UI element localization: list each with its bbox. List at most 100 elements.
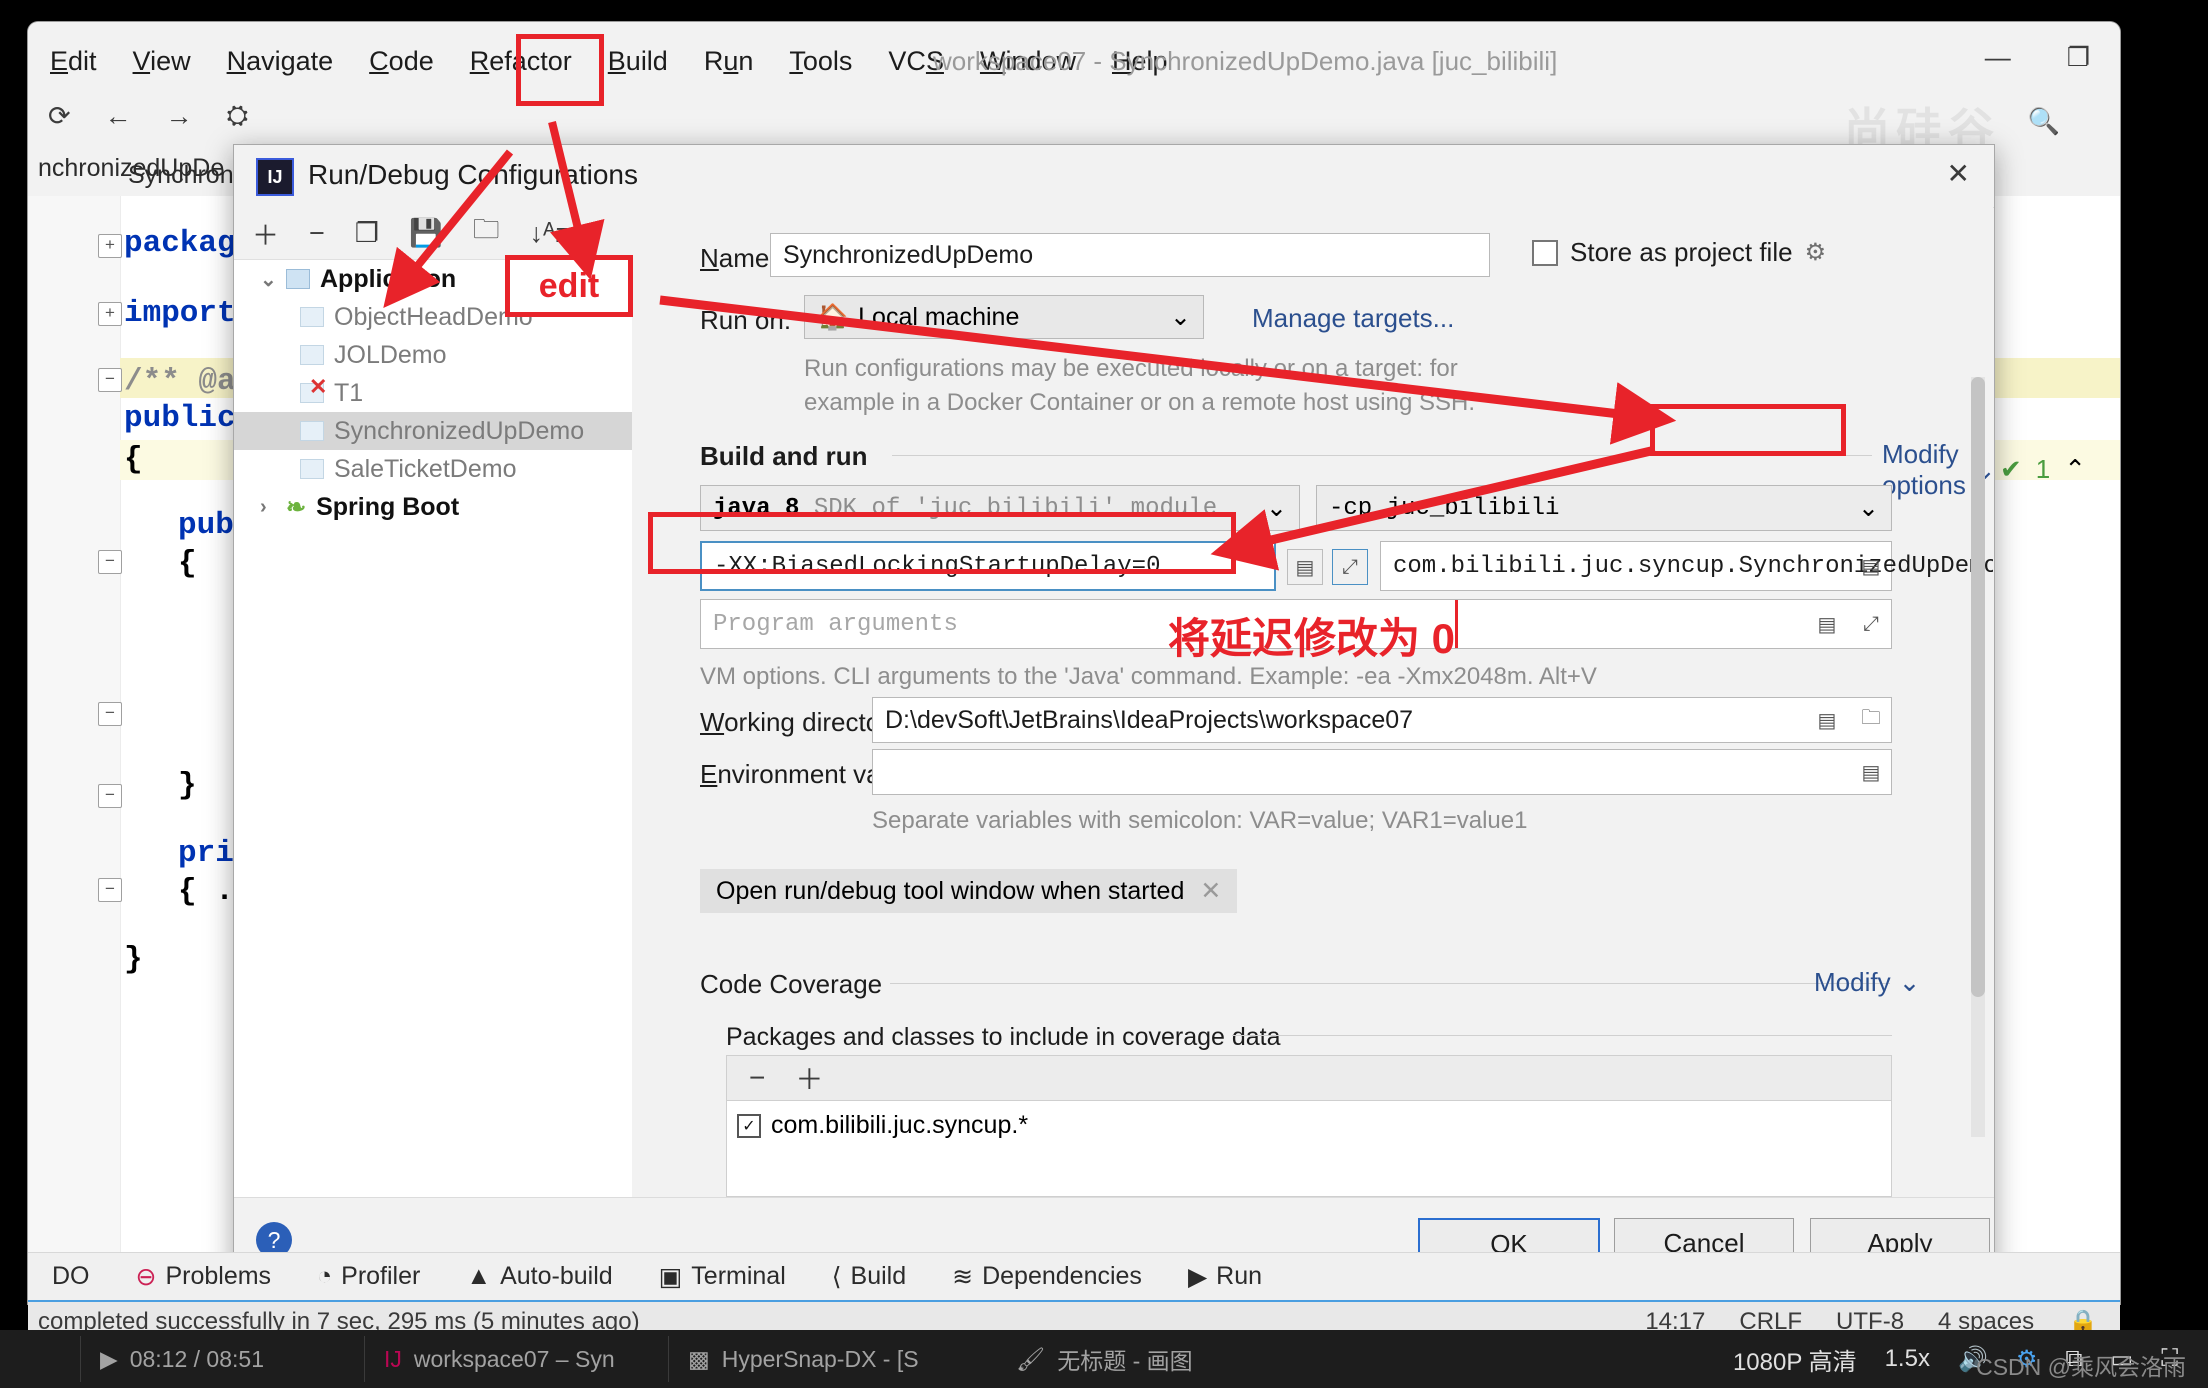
refresh-icon[interactable]: ⟳ [48,101,71,132]
chevron-right-icon[interactable]: › [260,496,276,519]
dialog-title-bar: IJ Run/Debug Configurations ✕ [234,145,1994,208]
run-config-icon[interactable]: ⛭ [227,100,249,132]
close-icon[interactable]: ✕ [1947,157,1970,190]
configuration-form-pane[interactable]: Name: SynchronizedUpDemo Store as projec… [632,207,1993,1197]
run-debug-configurations-dialog[interactable]: IJ Run/Debug Configurations ✕ ＋ − ❐ 💾 🗀 … [233,144,1995,1283]
sdk-select[interactable]: java 8 SDK of 'juc_bilibili' module ⌄ [700,485,1300,531]
fold-toggle-icon[interactable]: − [98,784,122,808]
working-directory-macro-icon[interactable]: ▤ [1810,703,1844,737]
menu-item-tools[interactable]: Tools [785,44,856,79]
tree-group-spring-boot[interactable]: › ❧ Spring Boot [234,488,632,526]
window-controls[interactable]: — ❐ [1985,42,2090,73]
environment-variables-browse-icon[interactable]: ▤ [1854,755,1888,789]
menu-item-run[interactable]: Run [700,44,758,79]
taskbar-item-hypersnap[interactable]: ▩ HyperSnap-DX - [S [672,1330,992,1388]
folder-add-icon[interactable]: 🗀 [473,210,500,256]
copy-icon[interactable]: ❐ [355,218,379,249]
fold-toggle-icon[interactable]: − [98,702,122,726]
config-icon [300,345,324,365]
store-as-project-file-checkbox[interactable] [1532,239,1558,266]
fold-toggle-icon[interactable]: − [98,550,122,574]
working-directory-input[interactable]: D:\devSoft\JetBrains\IdeaProjects\worksp… [872,697,1892,743]
coverage-list-item[interactable]: ✓ com.bilibili.juc.syncup.* [737,1111,1891,1140]
tool-window-do[interactable]: DO [52,1262,90,1291]
vm-options-browse-icon[interactable]: ▤ [1287,549,1323,585]
sort-icon[interactable]: ↓ᴬz [530,218,569,249]
tree-item-joldemo[interactable]: JOLDemo [234,336,632,374]
tool-window-terminal[interactable]: ▣ Terminal [659,1262,786,1292]
search-icon[interactable]: 🔍 [2028,106,2060,137]
form-scrollbar-thumb[interactable] [1971,377,1985,997]
save-icon[interactable]: 💾 [409,217,443,249]
fold-toggle-icon[interactable]: + [98,302,122,326]
back-icon[interactable]: ← [105,101,132,132]
chevron-down-icon[interactable]: ⌄ [1899,967,1921,998]
environment-variables-hint: Separate variables with semicolon: VAR=v… [872,807,1528,834]
tool-window-dependencies[interactable]: ≋ Dependencies [952,1262,1142,1292]
taskbar-player[interactable]: ▶ 08:12 / 08:51 [84,1330,364,1388]
tool-window-auto-build[interactable]: ▲ Auto-build [466,1262,612,1291]
menu-item-view[interactable]: View [129,44,195,79]
coverage-list[interactable]: ✓ com.bilibili.juc.syncup.* [726,1101,1892,1197]
menu-item-code[interactable]: Code [365,44,438,79]
run-on-select[interactable]: 🏠 Local machine ⌄ [804,295,1204,339]
chevron-down-icon[interactable]: ⌄ [1170,302,1191,332]
gear-icon[interactable]: ⚙ [1805,238,1827,267]
vm-options-input[interactable]: -XX:BiasedLockingStartupDelay=0 [700,541,1276,591]
maximize-icon[interactable]: ❐ [2067,42,2090,73]
fold-toggle-icon[interactable]: − [98,368,122,392]
program-arguments-browse-icon[interactable]: ▤ [1810,607,1844,641]
tree-item-synchronizedupdemo[interactable]: SynchronizedUpDemo [234,412,632,450]
fold-toggle-icon[interactable]: − [98,878,122,902]
play-icon[interactable]: ▶ [100,1346,118,1373]
tool-window-bar[interactable]: DO ⊖ Problems ◔ Profiler ▲ Auto-build ▣ … [28,1252,2120,1300]
forward-icon[interactable]: → [166,101,193,132]
menu-item-refactor[interactable]: Refactor [466,44,576,79]
minimize-icon[interactable]: — [1985,42,2011,73]
tree-item-saleticketdemo[interactable]: SaleTicketDemo [234,450,632,488]
menu-item-edit[interactable]: Edit [46,44,101,79]
menu-item-navigate[interactable]: Navigate [223,44,338,79]
classpath-select[interactable]: -cp juc_bilibili ⌄ [1316,485,1892,531]
taskbar-item-idea[interactable]: IJ workspace07 – Syn [368,1330,668,1388]
menu-item-build[interactable]: Build [604,44,672,79]
tool-window-run[interactable]: ▶ Run [1188,1262,1262,1292]
name-input[interactable]: SynchronizedUpDemo [770,233,1490,277]
modify-label: Modify [1814,967,1891,997]
toolbar-icons[interactable]: ⟳ ← → ⛭ [48,100,248,132]
main-class-browse-icon[interactable]: ▤ [1854,549,1888,583]
open-tool-window-chip[interactable]: Open run/debug tool window when started … [700,869,1238,913]
fold-toggle-icon[interactable]: + [98,234,122,258]
environment-variables-input[interactable] [872,749,1892,795]
chevron-down-icon[interactable]: ⌄ [260,267,277,292]
close-icon[interactable]: ✕ [1200,876,1221,906]
configurations-tree-pane[interactable]: ＋ − ❐ 💾 🗀 ↓ᴬz ⌄ Application ObjectHeadDe… [234,207,633,1283]
remove-icon[interactable]: − [309,218,325,249]
working-directory-browse-icon[interactable]: 🗀 [1854,703,1888,737]
os-taskbar[interactable]: ▶ 08:12 / 08:51 IJ workspace07 – Syn ▩ H… [0,1330,2208,1388]
tool-window-profiler[interactable]: ◔ Profiler [317,1262,420,1291]
chevron-down-icon[interactable]: ⌄ [1858,493,1879,523]
add-icon[interactable]: ＋ [795,1058,823,1098]
add-icon[interactable]: ＋ [252,214,279,253]
tool-window-problems[interactable]: ⊖ Problems [136,1262,272,1292]
chevron-down-icon[interactable]: ⌄ [1266,493,1287,523]
program-arguments-expand-icon[interactable]: ⤢ [1854,607,1888,641]
manage-targets-link[interactable]: Manage targets... [1252,303,1454,334]
code-coverage-modify-link[interactable]: Modify ⌄ [1814,967,1920,998]
speed-label[interactable]: 1.5x [1885,1345,1930,1373]
coverage-list-toolbar[interactable]: − ＋ [726,1055,1892,1101]
store-as-project-file-row[interactable]: Store as project file ⚙ [1532,237,1826,268]
code-coverage-section-title: Code Coverage [700,969,883,999]
form-scrollbar-track[interactable] [1971,377,1985,1137]
tree-toolbar[interactable]: ＋ − ❐ 💾 🗀 ↓ᴬz [234,207,632,260]
vm-options-expand-icon[interactable]: ⤢ [1332,549,1368,585]
quality-label[interactable]: 1080P 高清 [1733,1342,1857,1377]
coverage-item-checkbox[interactable]: ✓ [737,1113,761,1138]
main-class-input[interactable]: com.bilibili.juc.syncup.SynchronizedUpDe… [1380,541,1993,591]
collapse-icon[interactable]: ⌃ [2064,454,2086,485]
remove-icon[interactable]: − [749,1062,765,1094]
tool-window-build[interactable]: ⟨ Build [832,1262,906,1292]
tree-item-t1[interactable]: ✕ T1 [234,374,632,412]
taskbar-item-paint[interactable]: 🖌 无标题 - 画图 [1000,1330,1300,1388]
